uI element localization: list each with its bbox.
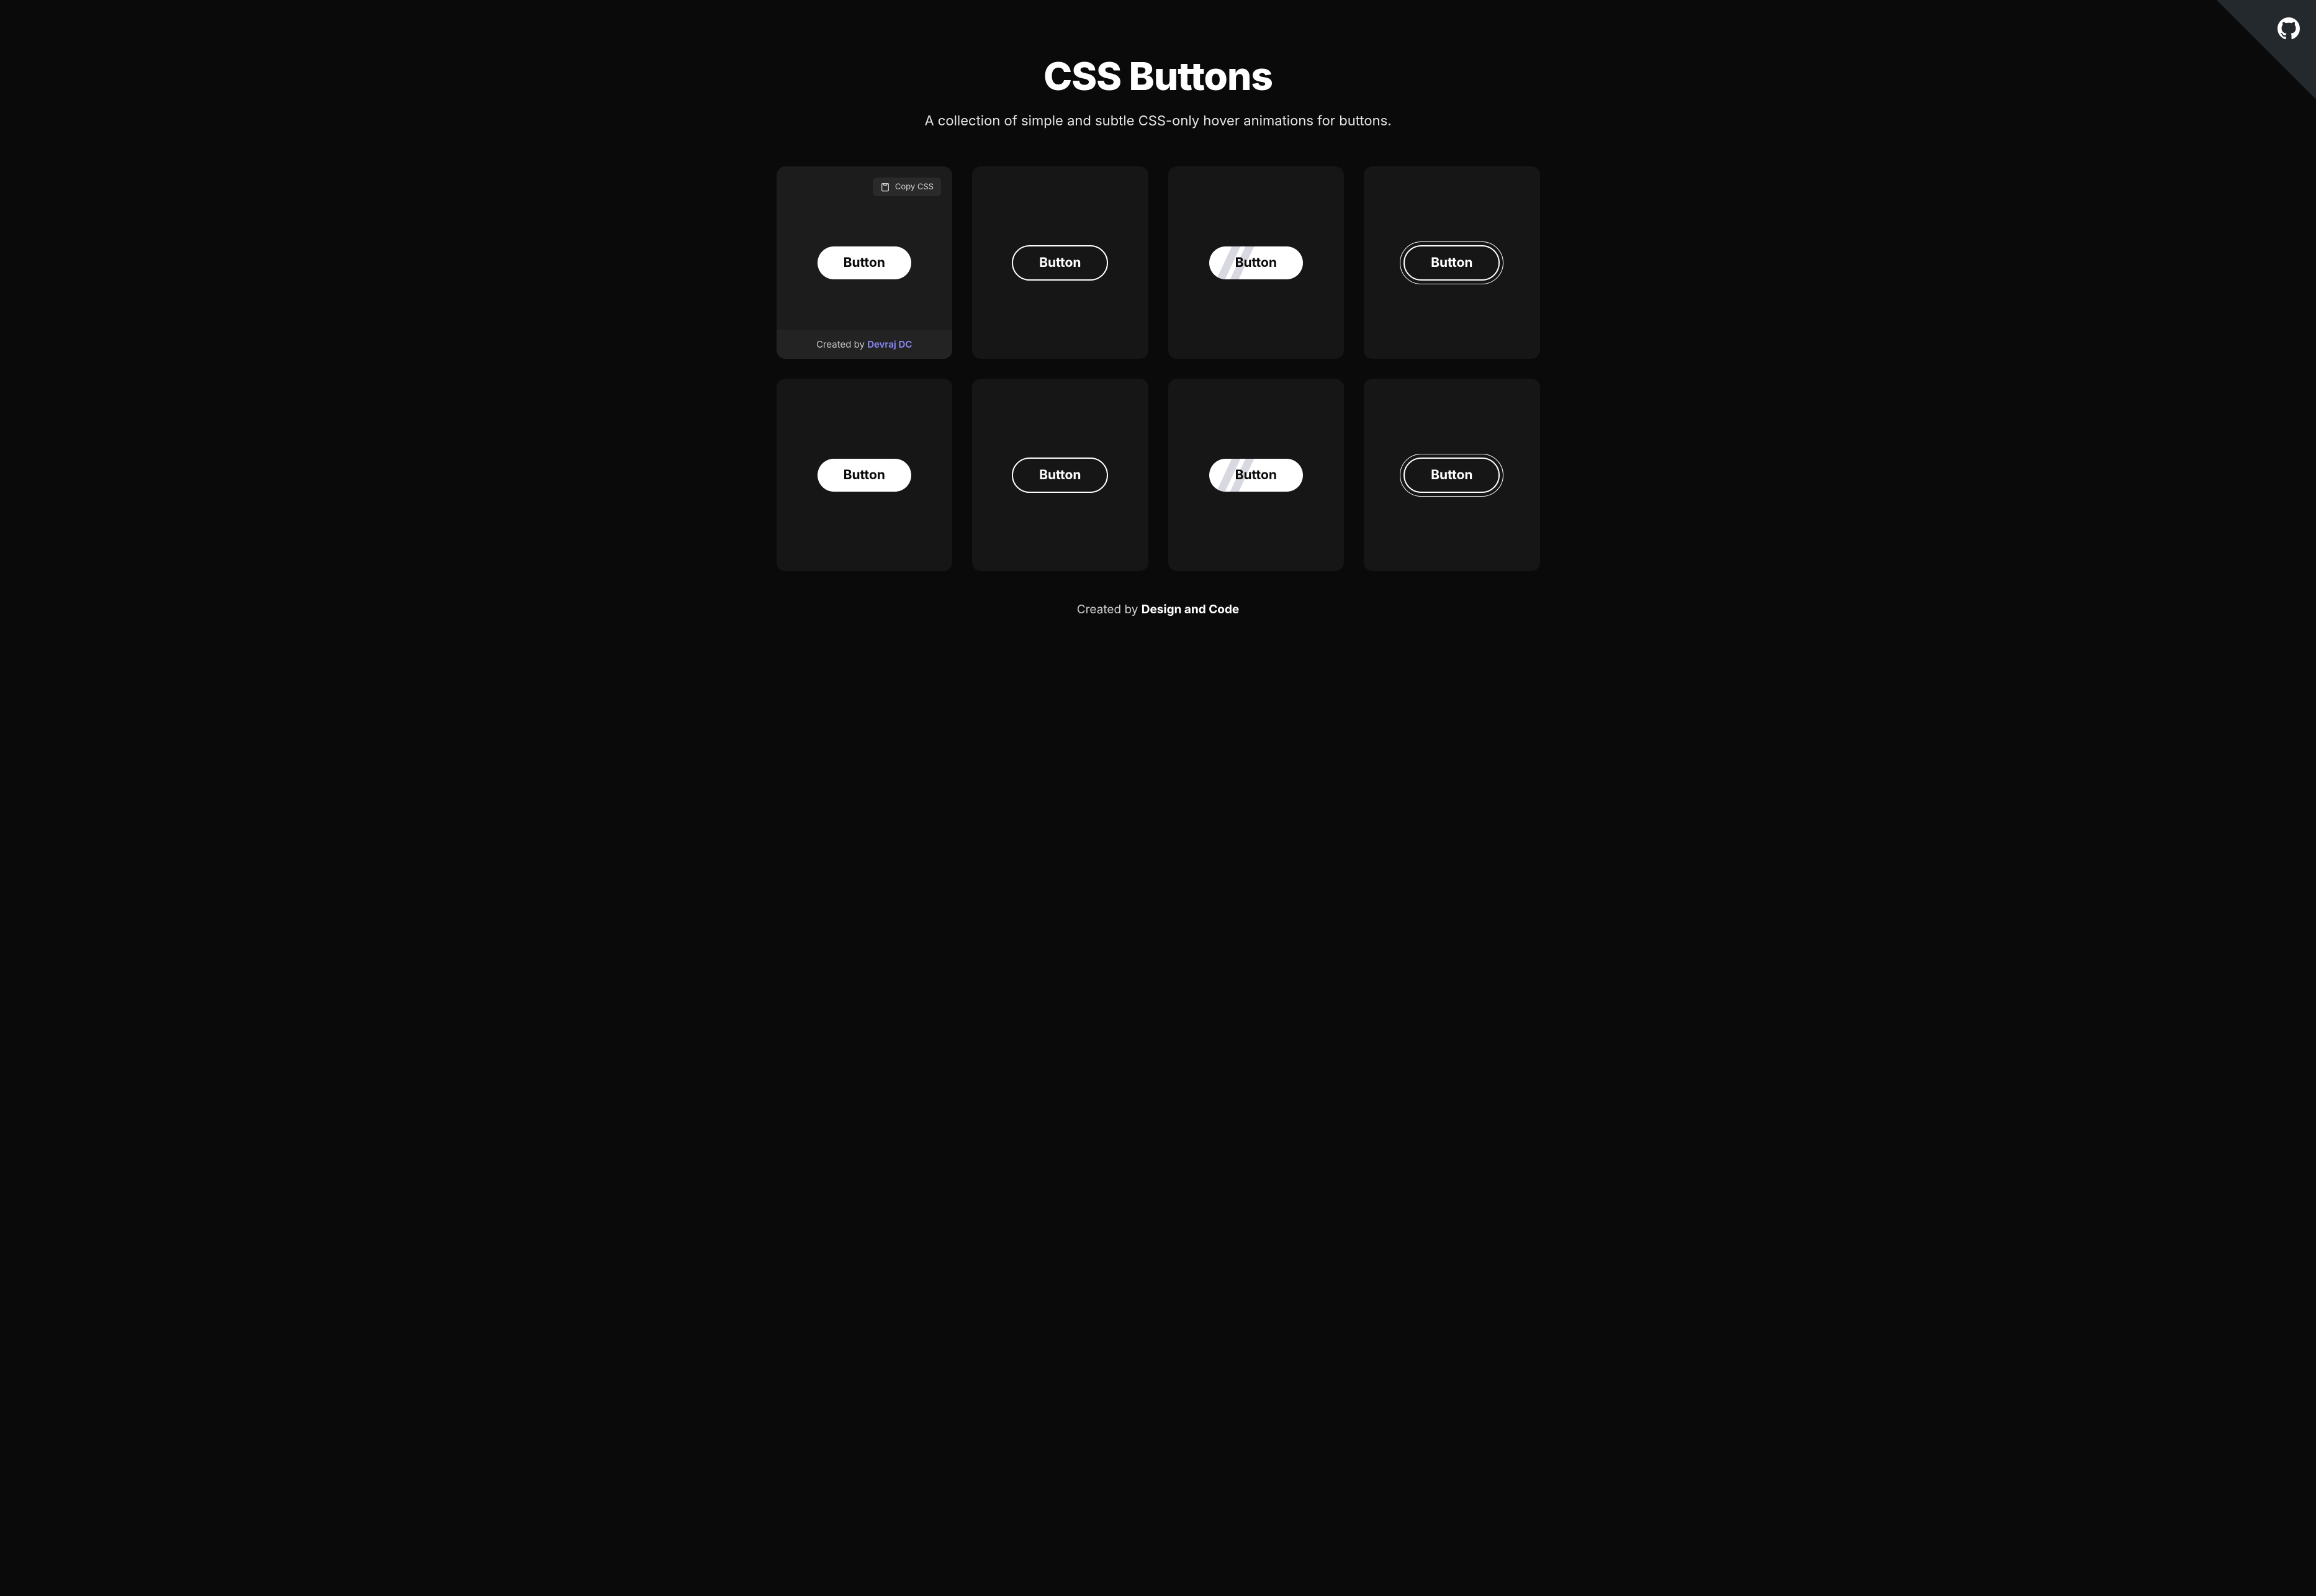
demo-button-stripe-label: Button xyxy=(1235,467,1277,483)
button-card[interactable]: Button xyxy=(1364,379,1540,571)
demo-button-double-outline[interactable]: Button xyxy=(1404,245,1500,281)
demo-button-stripe[interactable]: Button xyxy=(1209,246,1303,279)
author-link[interactable]: Devraj DC xyxy=(867,338,912,350)
button-card[interactable]: Button xyxy=(777,379,953,571)
demo-button-stripe-label: Button xyxy=(1235,255,1277,271)
demo-button-solid[interactable]: Button xyxy=(818,246,911,279)
button-card[interactable]: Copy CSS Button Created by Devraj DC xyxy=(777,166,953,359)
card-footer: Created by Devraj DC xyxy=(777,330,953,359)
github-icon xyxy=(2278,17,2300,40)
button-card[interactable]: Button xyxy=(1168,379,1345,571)
button-card[interactable]: Button xyxy=(1364,166,1540,359)
button-card[interactable]: Button xyxy=(972,166,1148,359)
button-card[interactable]: Button xyxy=(1168,166,1345,359)
demo-button-stripe[interactable]: Button xyxy=(1209,459,1303,492)
demo-button-outline[interactable]: Button xyxy=(1012,245,1108,281)
buttons-grid: Copy CSS Button Created by Devraj DC But… xyxy=(739,166,1577,571)
footer-created-label: Created by xyxy=(1077,602,1142,616)
clipboard-icon xyxy=(880,182,890,192)
page-footer: Created by Design and Code xyxy=(0,571,2316,641)
copy-css-label: Copy CSS xyxy=(895,182,934,192)
page-subtitle: A collection of simple and subtle CSS-on… xyxy=(0,113,2316,129)
footer-brand-link[interactable]: Design and Code xyxy=(1142,602,1240,616)
demo-button-double-outline[interactable]: Button xyxy=(1404,458,1500,493)
page-header: CSS Buttons A collection of simple and s… xyxy=(0,0,2316,166)
demo-button-outline[interactable]: Button xyxy=(1012,458,1108,493)
copy-css-button[interactable]: Copy CSS xyxy=(873,178,941,196)
demo-button-solid[interactable]: Button xyxy=(818,459,911,492)
button-card[interactable]: Button xyxy=(972,379,1148,571)
page-title: CSS Buttons xyxy=(0,53,2316,99)
github-corner-link[interactable] xyxy=(2217,0,2316,99)
created-by-label: Created by xyxy=(816,338,867,350)
